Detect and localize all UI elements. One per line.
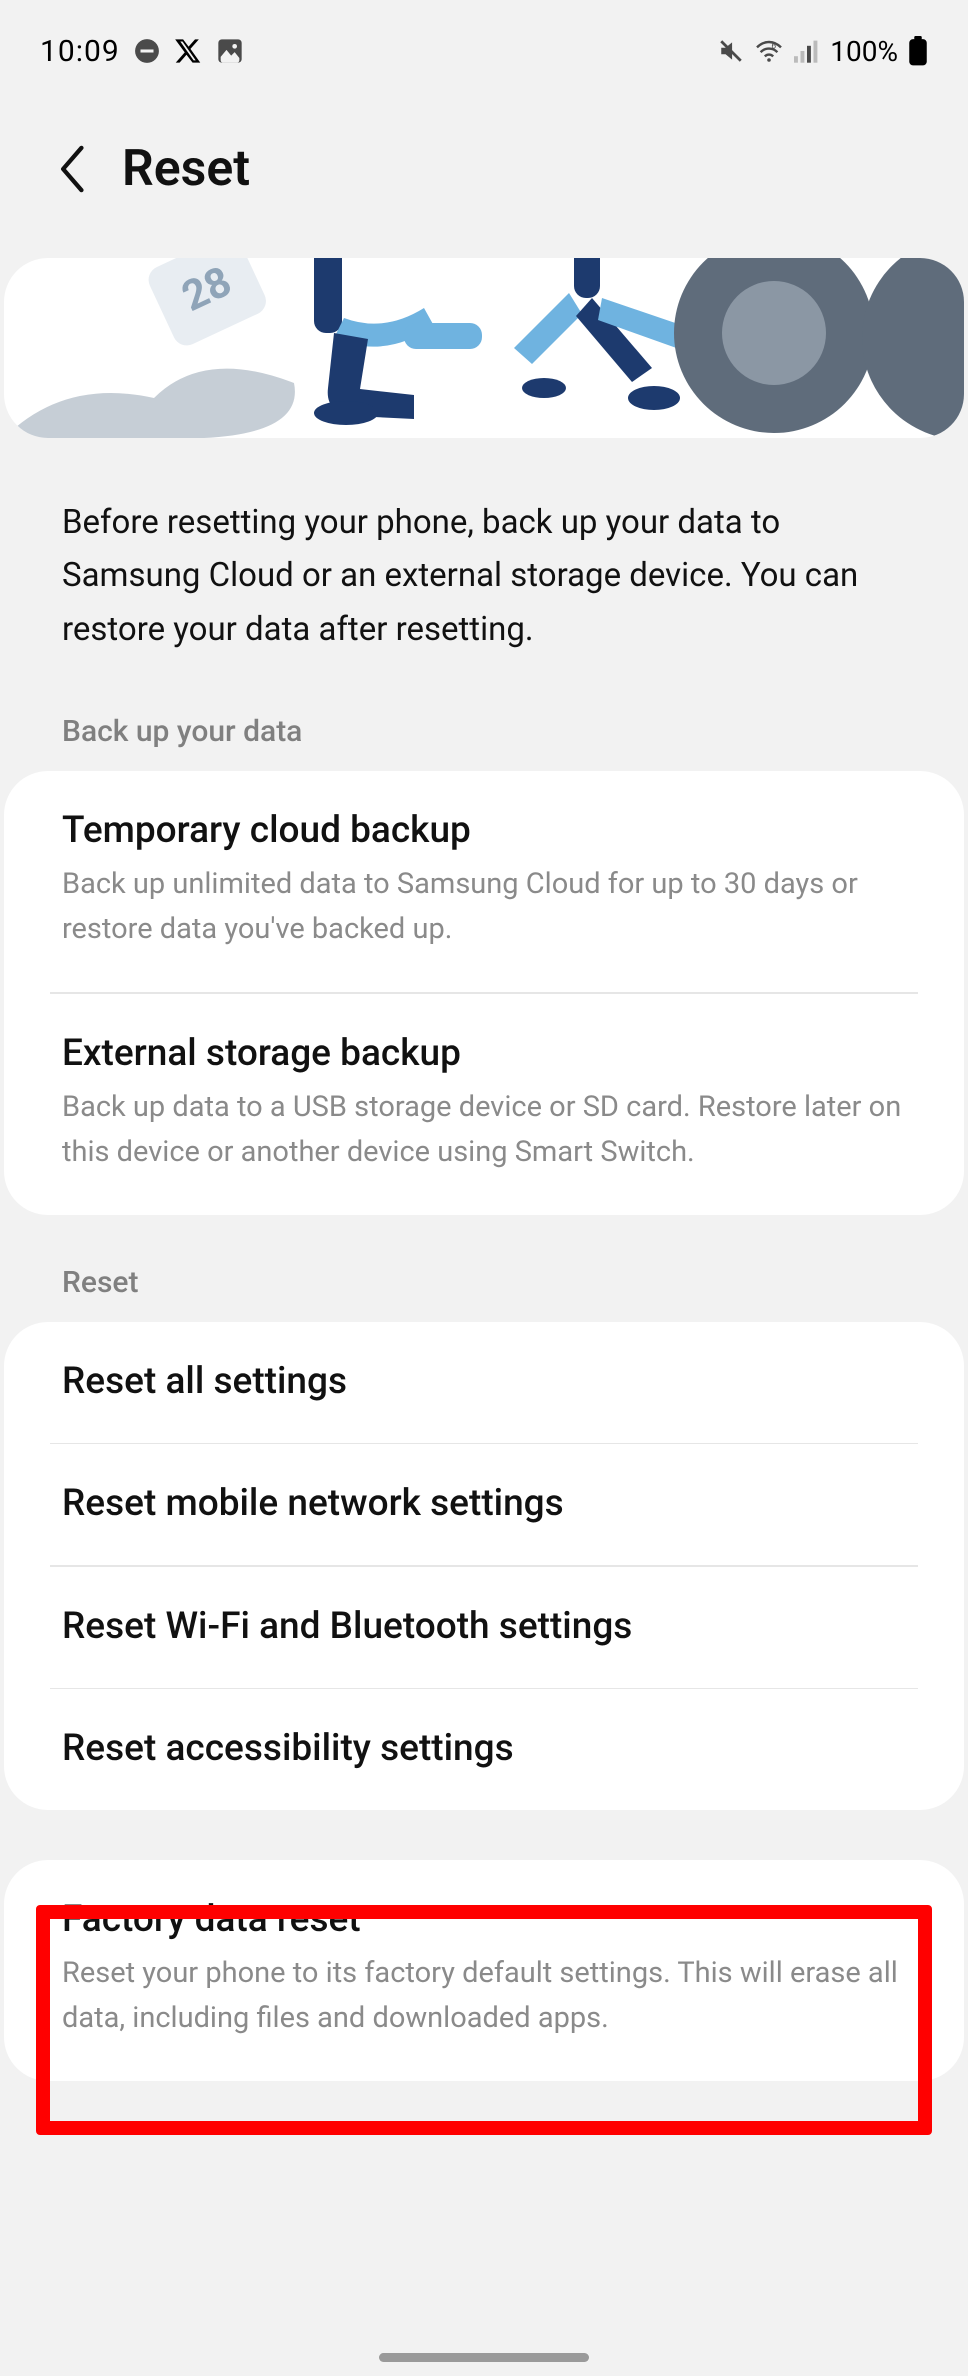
mute-icon (718, 38, 744, 64)
item-desc: Back up data to a USB storage device or … (62, 1085, 906, 1175)
reset-group: Reset all settings Reset mobile network … (4, 1322, 964, 1811)
signal-icon (794, 39, 820, 63)
item-desc: Back up unlimited data to Samsung Cloud … (62, 862, 906, 952)
back-button[interactable] (58, 145, 88, 193)
item-title: Temporary cloud backup (62, 809, 906, 852)
item-title: External storage backup (62, 1032, 906, 1075)
dnd-icon (134, 38, 160, 64)
item-factory-data-reset[interactable]: Factory data reset Reset your phone to i… (4, 1860, 964, 2081)
item-reset-accessibility[interactable]: Reset accessibility settings (4, 1689, 964, 1810)
item-temporary-cloud-backup[interactable]: Temporary cloud backup Back up unlimited… (4, 771, 964, 992)
x-app-icon (174, 37, 202, 65)
item-reset-mobile-network[interactable]: Reset mobile network settings (4, 1444, 964, 1565)
item-title: Reset accessibility settings (62, 1727, 906, 1770)
item-title: Reset all settings (62, 1360, 906, 1403)
item-external-storage-backup[interactable]: External storage backup Back up data to … (4, 994, 964, 1215)
page-title: Reset (122, 140, 250, 198)
item-title: Reset Wi-Fi and Bluetooth settings (62, 1605, 906, 1648)
item-reset-all-settings[interactable]: Reset all settings (4, 1322, 964, 1443)
item-title: Factory data reset (62, 1898, 906, 1941)
battery-icon (908, 36, 928, 66)
gallery-icon (216, 37, 244, 65)
svg-text:6: 6 (772, 42, 777, 52)
status-clock: 10:09 (40, 34, 120, 69)
section-label-backup: Back up your data (0, 714, 968, 771)
backup-group: Temporary cloud backup Back up unlimited… (4, 771, 964, 1214)
page-header: Reset (0, 80, 968, 258)
wifi-icon: 6 (754, 39, 784, 63)
item-desc: Reset your phone to its factory default … (62, 1951, 906, 2041)
factory-group: Factory data reset Reset your phone to i… (4, 1860, 964, 2081)
battery-text: 100% (830, 35, 898, 68)
section-label-reset: Reset (0, 1265, 968, 1322)
status-bar: 10:09 6 100% (0, 0, 968, 80)
nav-bar-handle[interactable] (379, 2353, 589, 2362)
item-title: Reset mobile network settings (62, 1482, 906, 1525)
item-reset-wifi-bluetooth[interactable]: Reset Wi-Fi and Bluetooth settings (4, 1567, 964, 1688)
intro-text: Before resetting your phone, back up you… (0, 438, 968, 714)
hero-illustration: 28 (4, 258, 964, 438)
